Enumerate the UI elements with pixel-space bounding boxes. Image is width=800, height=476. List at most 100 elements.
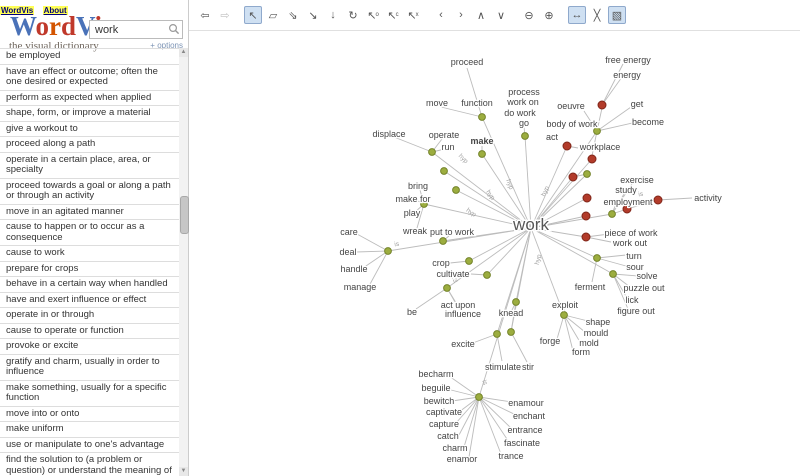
word-label[interactable]: make for bbox=[395, 194, 430, 204]
word-label[interactable]: process bbox=[508, 87, 540, 97]
word-label[interactable]: capture bbox=[429, 419, 459, 429]
definition-item[interactable]: move into or onto bbox=[0, 407, 179, 423]
sense-node-green[interactable] bbox=[584, 171, 591, 178]
word-label[interactable]: energy bbox=[613, 70, 641, 80]
word-label[interactable]: enamor bbox=[447, 454, 478, 464]
search-icon[interactable] bbox=[168, 23, 180, 35]
word-label[interactable]: work on bbox=[506, 97, 539, 107]
sense-node-green[interactable] bbox=[479, 114, 486, 121]
unlink-tool[interactable]: ↘ bbox=[304, 6, 322, 24]
sense-node-red[interactable] bbox=[654, 196, 662, 204]
word-label[interactable]: deal bbox=[339, 247, 356, 257]
word-label[interactable]: enamour bbox=[508, 398, 544, 408]
pan-right-button[interactable]: › bbox=[452, 6, 470, 24]
sense-node-red[interactable] bbox=[583, 194, 591, 202]
definition-item[interactable]: proceed along a path bbox=[0, 137, 179, 153]
definition-item[interactable]: perform as expected when applied bbox=[0, 91, 179, 107]
word-label[interactable]: forge bbox=[540, 336, 561, 346]
word-label[interactable]: beguile bbox=[421, 383, 450, 393]
center-word-label[interactable]: work bbox=[512, 215, 549, 234]
word-label[interactable]: puzzle out bbox=[623, 283, 665, 293]
word-label[interactable]: exploit bbox=[552, 300, 579, 310]
cursor-open-tool[interactable]: ↖o bbox=[364, 6, 382, 24]
definition-item[interactable]: gratify and charm, usually in order to i… bbox=[0, 355, 179, 381]
definition-item[interactable]: cause to work bbox=[0, 246, 179, 262]
word-label[interactable]: cultivate bbox=[436, 269, 469, 279]
sense-node-red[interactable] bbox=[563, 142, 571, 150]
definition-item[interactable]: cause to operate or function bbox=[0, 324, 179, 340]
word-label[interactable]: operate bbox=[429, 130, 460, 140]
word-label[interactable]: knead bbox=[499, 308, 524, 318]
word-label[interactable]: ferment bbox=[575, 282, 606, 292]
word-label[interactable]: manage bbox=[344, 282, 377, 292]
link-tool[interactable]: ⇘ bbox=[284, 6, 302, 24]
word-label[interactable]: workplace bbox=[579, 142, 621, 152]
fit-all-button[interactable]: ╳ bbox=[588, 6, 606, 24]
word-label[interactable]: trance bbox=[498, 451, 523, 461]
word-label[interactable]: function bbox=[461, 98, 493, 108]
word-label[interactable]: proceed bbox=[451, 57, 484, 67]
word-label[interactable]: displace bbox=[372, 129, 405, 139]
sense-node-green[interactable] bbox=[440, 238, 447, 245]
definition-item[interactable]: give a workout to bbox=[0, 122, 179, 138]
sense-node-red[interactable] bbox=[569, 173, 577, 181]
word-label[interactable]: stimulate bbox=[485, 362, 521, 372]
word-label[interactable]: bewitch bbox=[424, 396, 455, 406]
sense-node-green[interactable] bbox=[441, 168, 448, 175]
sense-node-green[interactable] bbox=[522, 133, 529, 140]
word-label[interactable]: move bbox=[426, 98, 448, 108]
sense-node-green[interactable] bbox=[609, 211, 616, 218]
sense-node-green[interactable] bbox=[479, 151, 486, 158]
sense-node-green[interactable] bbox=[508, 329, 515, 336]
zoom-out-button[interactable]: ⊖ bbox=[520, 6, 538, 24]
scroll-up-icon[interactable]: ▲ bbox=[179, 48, 188, 57]
word-label[interactable]: fascinate bbox=[504, 438, 540, 448]
definition-item[interactable]: be employed bbox=[0, 49, 179, 65]
sense-node-green[interactable] bbox=[494, 331, 501, 338]
definition-item[interactable]: move in an agitated manner bbox=[0, 205, 179, 221]
word-label[interactable]: piece of work bbox=[604, 228, 658, 238]
sense-node-green[interactable] bbox=[466, 258, 473, 265]
sense-node-green[interactable] bbox=[429, 149, 436, 156]
word-label[interactable]: charm bbox=[442, 443, 467, 453]
word-label[interactable]: lick bbox=[626, 295, 639, 305]
sense-node-green[interactable] bbox=[476, 394, 483, 401]
sense-node-green[interactable] bbox=[513, 299, 520, 306]
word-label[interactable]: exercise bbox=[620, 175, 654, 185]
nav-about-link[interactable]: About bbox=[43, 6, 68, 15]
definition-item[interactable]: have and exert influence or effect bbox=[0, 293, 179, 309]
word-label[interactable]: mould bbox=[584, 328, 609, 338]
sense-node-green[interactable] bbox=[594, 255, 601, 262]
word-label[interactable]: work out bbox=[612, 238, 648, 248]
definition-item[interactable]: find the solution to (a problem or quest… bbox=[0, 453, 179, 476]
sense-node-green[interactable] bbox=[453, 187, 460, 194]
definition-item[interactable]: use or manipulate to one's advantage bbox=[0, 438, 179, 454]
definition-item[interactable]: operate in or through bbox=[0, 308, 179, 324]
back-button[interactable]: ⇦ bbox=[196, 6, 214, 24]
word-label[interactable]: handle bbox=[340, 264, 367, 274]
word-label[interactable]: employment bbox=[603, 197, 653, 207]
word-label[interactable]: excite bbox=[451, 339, 475, 349]
definition-item[interactable]: cause to happen or to occur as a consequ… bbox=[0, 220, 179, 246]
sense-node-green[interactable] bbox=[610, 271, 617, 278]
word-label[interactable]: go bbox=[519, 118, 529, 128]
definition-item[interactable]: prepare for crops bbox=[0, 262, 179, 278]
word-label[interactable]: free energy bbox=[605, 55, 651, 65]
sense-node-red[interactable] bbox=[588, 155, 596, 163]
word-label[interactable]: bring bbox=[408, 181, 428, 191]
word-label[interactable]: solve bbox=[636, 271, 657, 281]
word-label[interactable]: crop bbox=[432, 258, 450, 268]
definition-item[interactable]: make uniform bbox=[0, 422, 179, 438]
eraser-tool[interactable]: ▱ bbox=[264, 6, 282, 24]
word-label[interactable]: put to work bbox=[430, 227, 475, 237]
word-label[interactable]: make bbox=[470, 136, 493, 146]
fit-width-button[interactable]: ↔ bbox=[568, 6, 586, 24]
word-label[interactable]: get bbox=[631, 99, 644, 109]
word-label[interactable]: influence bbox=[445, 309, 481, 319]
word-label[interactable]: be bbox=[407, 307, 417, 317]
word-label[interactable]: figure out bbox=[617, 306, 655, 316]
definition-item[interactable]: proceed towards a goal or along a path o… bbox=[0, 179, 179, 205]
select-tool[interactable]: ↖ bbox=[244, 6, 262, 24]
definition-item[interactable]: make something, usually for a specific f… bbox=[0, 381, 179, 407]
word-label[interactable]: play bbox=[404, 208, 421, 218]
